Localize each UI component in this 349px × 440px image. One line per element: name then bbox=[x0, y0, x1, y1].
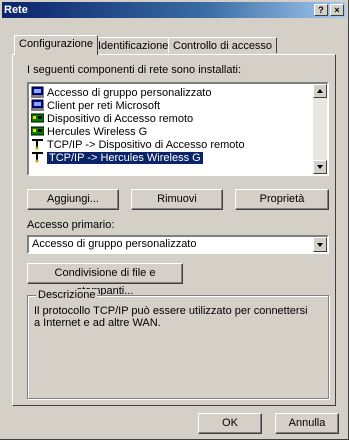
description-group: Descrizione Il protocollo TCP/IP può ess… bbox=[27, 289, 329, 399]
protocol-icon bbox=[31, 151, 44, 163]
close-button[interactable]: × bbox=[330, 4, 344, 16]
network-dialog: Rete ? × Configurazione Identificazione … bbox=[0, 0, 349, 440]
help-icon: ? bbox=[318, 5, 324, 15]
description-text: Il protocollo TCP/IP può essere utilizza… bbox=[34, 305, 308, 329]
list-item-selected[interactable]: TCP/IP -> Hercules Wireless G bbox=[31, 151, 203, 164]
title-bar[interactable]: Rete ? × bbox=[2, 2, 346, 18]
window-title: Rete bbox=[4, 4, 28, 16]
adapter-icon bbox=[30, 112, 45, 124]
primary-access-label: Accesso primario: bbox=[27, 219, 115, 231]
close-icon: × bbox=[334, 5, 340, 15]
listbox-scrollbar[interactable] bbox=[313, 84, 327, 174]
client-icon bbox=[31, 99, 44, 111]
arrow-up-icon bbox=[317, 89, 323, 93]
list-item[interactable]: Client per reti Microsoft bbox=[31, 99, 160, 112]
tab-configurazione[interactable]: Configurazione bbox=[14, 35, 98, 55]
list-item[interactable]: TCP/IP -> Dispositivo di Accesso remoto bbox=[31, 138, 245, 151]
primary-access-select[interactable]: Accesso di gruppo personalizzato bbox=[27, 235, 329, 254]
adapter-icon bbox=[30, 125, 45, 137]
components-label: I seguenti componenti di rete sono insta… bbox=[27, 64, 242, 76]
add-button[interactable]: Aggiungi... bbox=[27, 189, 119, 210]
scroll-down-button[interactable] bbox=[313, 160, 327, 174]
tab-identificazione[interactable]: Identificazione bbox=[93, 37, 174, 53]
ok-button[interactable]: OK bbox=[198, 413, 262, 434]
dropdown-button[interactable] bbox=[313, 237, 327, 252]
scroll-up-button[interactable] bbox=[313, 84, 327, 98]
help-button[interactable]: ? bbox=[314, 4, 328, 16]
remove-button[interactable]: Rimuovi bbox=[131, 189, 223, 210]
properties-button[interactable]: Proprietà bbox=[235, 189, 329, 210]
list-item[interactable]: Hercules Wireless G bbox=[30, 125, 147, 138]
client-icon bbox=[31, 86, 44, 98]
cancel-button[interactable]: Annulla bbox=[275, 413, 339, 434]
list-item[interactable]: Dispositivo di Accesso remoto bbox=[30, 112, 193, 125]
description-legend: Descrizione bbox=[36, 289, 98, 301]
chevron-down-icon bbox=[317, 243, 323, 247]
list-item[interactable]: Accesso di gruppo personalizzato bbox=[31, 86, 211, 99]
file-printer-sharing-button[interactable]: Condivisione di file e stampanti... bbox=[27, 263, 183, 297]
primary-access-value: Accesso di gruppo personalizzato bbox=[32, 238, 197, 250]
tab-controllo-accesso[interactable]: Controllo di accesso bbox=[168, 37, 278, 53]
arrow-down-icon bbox=[317, 165, 323, 169]
protocol-icon bbox=[31, 138, 44, 150]
components-listbox[interactable]: Accesso di gruppo personalizzato Client … bbox=[27, 82, 329, 176]
